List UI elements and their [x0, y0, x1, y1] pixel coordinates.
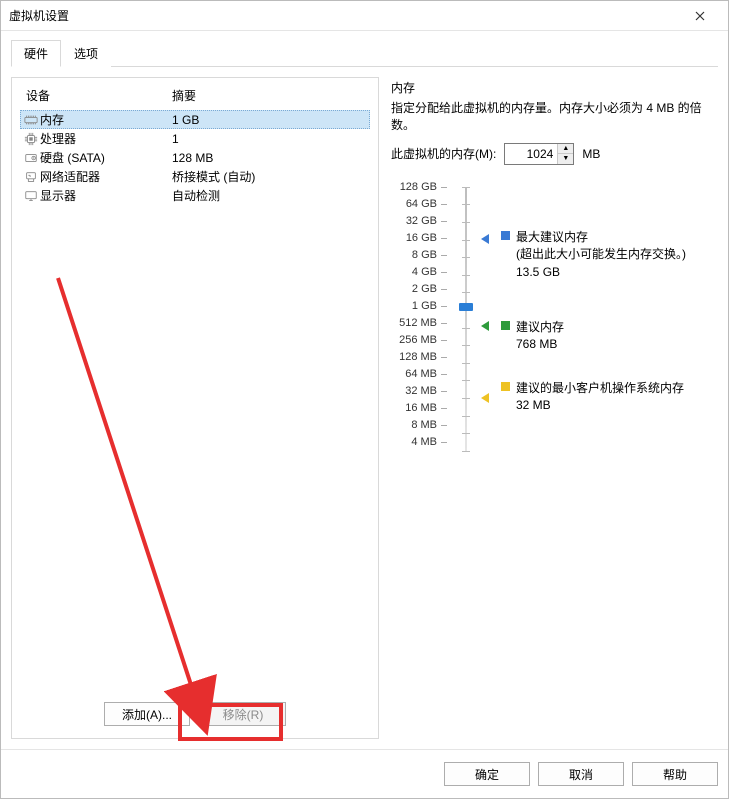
memory-input-label: 此虚拟机的内存(M): [391, 145, 496, 162]
display-icon [22, 189, 40, 203]
tab-bar: 硬件 选项 [11, 39, 718, 67]
vm-settings-window: 虚拟机设置 硬件 选项 设备 摘要 内存1 GB处理器1硬盘 (SATA)128… [0, 0, 729, 799]
tab-panel-hardware: 设备 摘要 内存1 GB处理器1硬盘 (SATA)128 MB网络适配器桥接模式… [11, 67, 718, 739]
device-summary: 自动检测 [172, 187, 368, 204]
cancel-button[interactable]: 取消 [538, 762, 624, 786]
device-summary: 128 MB [172, 151, 368, 165]
slider-tick-label: 32 GB [391, 213, 451, 230]
slider-tick-label: 256 MB [391, 332, 451, 349]
legend-min-color [501, 382, 510, 391]
memory-slider-area: 128 GB64 GB32 GB16 GB8 GB4 GB2 GB1 GB512… [391, 179, 712, 459]
dialog-footer: 确定 取消 帮助 [1, 749, 728, 798]
help-button[interactable]: 帮助 [632, 762, 718, 786]
device-name: 网络适配器 [40, 168, 172, 185]
memory-spinner: ▲ ▼ [504, 143, 574, 165]
device-summary: 1 [172, 132, 368, 146]
memory-slider[interactable] [457, 179, 475, 459]
tab-hardware[interactable]: 硬件 [11, 40, 61, 67]
device-row[interactable]: 网络适配器桥接模式 (自动) [20, 167, 370, 186]
marker-min [481, 393, 489, 403]
slider-tick-label: 1 GB [391, 298, 451, 315]
legend-recommended-value: 768 MB [516, 336, 564, 353]
slider-tick-label: 8 GB [391, 247, 451, 264]
titlebar: 虚拟机设置 [1, 1, 728, 31]
slider-thumb[interactable] [459, 303, 473, 311]
memory-spin-up[interactable]: ▲ [558, 144, 573, 154]
slider-legend: 最大建议内存 (超出此大小可能发生内存交换。) 13.5 GB 建议内存 768… [501, 179, 712, 459]
close-icon [695, 11, 705, 21]
slider-tick-label: 32 MB [391, 383, 451, 400]
tab-options[interactable]: 选项 [61, 40, 111, 67]
device-row[interactable]: 硬盘 (SATA)128 MB [20, 148, 370, 167]
slider-tick-label: 8 MB [391, 417, 451, 434]
legend-recommended-label: 建议内存 [516, 319, 564, 336]
legend-max-label: 最大建议内存 [516, 229, 686, 246]
close-button[interactable] [680, 1, 720, 31]
memory-spin-buttons: ▲ ▼ [557, 144, 573, 164]
add-button[interactable]: 添加(A)... [104, 702, 190, 726]
legend-recommended-color [501, 321, 510, 330]
memory-icon [22, 113, 40, 127]
device-name: 处理器 [40, 130, 172, 147]
device-summary: 1 GB [172, 113, 368, 127]
slider-tick-marks [459, 187, 473, 451]
content-area: 硬件 选项 设备 摘要 内存1 GB处理器1硬盘 (SATA)128 MB网络适… [1, 31, 728, 749]
device-name: 显示器 [40, 187, 172, 204]
legend-min-value: 32 MB [516, 397, 684, 414]
device-row[interactable]: 处理器1 [20, 129, 370, 148]
device-panel: 设备 摘要 内存1 GB处理器1硬盘 (SATA)128 MB网络适配器桥接模式… [11, 77, 379, 739]
slider-tick-label: 4 GB [391, 264, 451, 281]
legend-min: 建议的最小客户机操作系统内存 32 MB [501, 380, 684, 415]
legend-max-color [501, 231, 510, 240]
device-row[interactable]: 显示器自动检测 [20, 186, 370, 205]
device-name: 硬盘 (SATA) [40, 149, 172, 166]
legend-max-value: 13.5 GB [516, 264, 686, 281]
slider-tick-label: 64 GB [391, 196, 451, 213]
memory-description: 指定分配给此虚拟机的内存量。内存大小必须为 4 MB 的倍数。 [391, 100, 712, 135]
memory-input[interactable] [505, 144, 557, 164]
device-name: 内存 [40, 111, 172, 128]
memory-input-row: 此虚拟机的内存(M): ▲ ▼ MB [391, 143, 712, 165]
slider-tick-label: 128 GB [391, 179, 451, 196]
slider-tick-label: 512 MB [391, 315, 451, 332]
network-icon [22, 170, 40, 184]
marker-recommended [481, 321, 489, 331]
slider-tick-labels: 128 GB64 GB32 GB16 GB8 GB4 GB2 GB1 GB512… [391, 179, 451, 459]
memory-group-title: 内存 [391, 79, 712, 96]
legend-max: 最大建议内存 (超出此大小可能发生内存交换。) 13.5 GB [501, 229, 686, 281]
device-list: 内存1 GB处理器1硬盘 (SATA)128 MB网络适配器桥接模式 (自动)显… [20, 110, 370, 696]
ok-button[interactable]: 确定 [444, 762, 530, 786]
slider-tick-label: 128 MB [391, 349, 451, 366]
settings-panel: 内存 指定分配给此虚拟机的内存量。内存大小必须为 4 MB 的倍数。 此虚拟机的… [391, 77, 718, 739]
slider-tick-label: 2 GB [391, 281, 451, 298]
memory-unit: MB [582, 147, 600, 161]
device-header-summary: 摘要 [172, 87, 368, 104]
device-row[interactable]: 内存1 GB [20, 110, 370, 129]
memory-spin-down[interactable]: ▼ [558, 153, 573, 164]
device-buttons: 添加(A)... 移除(R) [20, 696, 370, 730]
slider-tick-label: 16 MB [391, 400, 451, 417]
slider-tick-label: 64 MB [391, 366, 451, 383]
slider-markers [481, 179, 495, 459]
marker-max [481, 234, 489, 244]
legend-max-note: (超出此大小可能发生内存交换。) [516, 246, 686, 263]
slider-tick-label: 4 MB [391, 434, 451, 451]
device-header-device: 设备 [22, 87, 172, 104]
remove-button[interactable]: 移除(R) [200, 702, 286, 726]
slider-tick-label: 16 GB [391, 230, 451, 247]
device-table-header: 设备 摘要 [20, 86, 370, 110]
disk-icon [22, 151, 40, 165]
legend-min-label: 建议的最小客户机操作系统内存 [516, 380, 684, 397]
cpu-icon [22, 132, 40, 146]
window-title: 虚拟机设置 [9, 7, 680, 24]
legend-recommended: 建议内存 768 MB [501, 319, 564, 354]
device-summary: 桥接模式 (自动) [172, 168, 368, 185]
